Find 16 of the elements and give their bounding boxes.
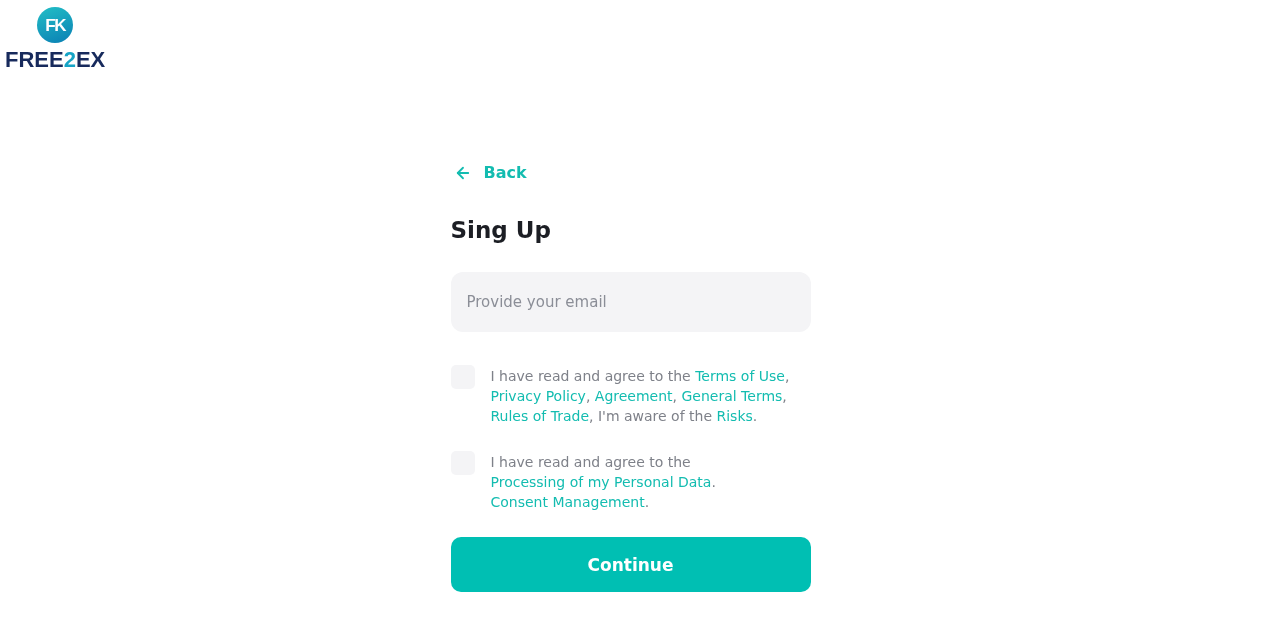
- back-link[interactable]: Back: [450, 163, 527, 183]
- agreement-text: I have read and agree to the Terms of Use, Privacy Policy, Agreement, General Terms, Rules of Trade, I'm aware of the Risks.: [490, 367, 791, 426]
- document-link[interactable]: Privacy Policy: [490, 388, 586, 404]
- document-link[interactable]: Rules of Trade: [490, 408, 589, 424]
- logo-text: FREE2EX: [5, 49, 106, 71]
- continue-button[interactable]: Continue: [450, 537, 811, 592]
- document-link[interactable]: Agreement: [594, 388, 673, 404]
- document-link[interactable]: Terms of Use: [695, 368, 785, 384]
- logo-mark: FK: [37, 7, 74, 43]
- email-field[interactable]: Provide your email: [450, 272, 811, 332]
- agreement-text: I have read and agree to the Processing of my Personal Data. Consent Management.: [490, 453, 717, 512]
- document-link[interactable]: Risks: [716, 408, 753, 424]
- document-link[interactable]: Processing of my Personal Data: [490, 474, 712, 490]
- page-title: Sing Up: [450, 216, 551, 245]
- document-link[interactable]: Consent Management: [490, 494, 645, 510]
- document-link[interactable]: General Terms: [681, 388, 783, 404]
